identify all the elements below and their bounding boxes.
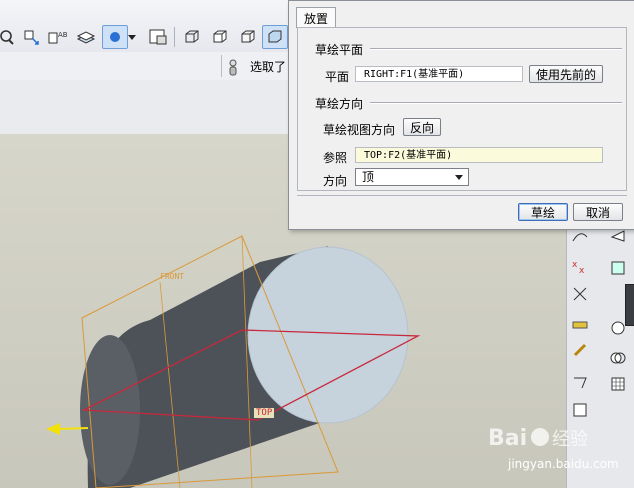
placement-panel: 草绘平面 平面 RIGHT:F1(基准平面) 使用先前的 草绘方向 草绘视图方向… [297, 27, 627, 191]
view-direction-label: 草绘视图方向 [323, 123, 396, 137]
plane-field[interactable]: RIGHT:F1(基准平面) [355, 66, 523, 82]
flip-button[interactable]: 反向 [403, 118, 441, 136]
cancel-button[interactable]: 取消 [573, 203, 623, 221]
svg-text:x: x [572, 260, 578, 270]
layers-icon[interactable] [74, 26, 98, 48]
orientation-select[interactable]: 顶 [355, 168, 469, 186]
wireframe-icon[interactable] [180, 26, 204, 48]
reference-field[interactable]: TOP:F2(基准平面) [355, 147, 603, 163]
orientation-value: 顶 [362, 170, 375, 184]
direction-arrow-icon [46, 423, 60, 435]
grid-icon[interactable] [607, 374, 629, 394]
datum-top-label: TOP [254, 408, 275, 418]
reference-label: 参照 [323, 151, 348, 165]
svg-text:经验: 经验 [552, 429, 588, 450]
draft-icon[interactable] [569, 372, 591, 392]
plane-label: 平面 [325, 70, 350, 84]
orientation-label: 方向 [323, 174, 348, 188]
ruler-icon[interactable] [569, 312, 591, 332]
svg-text:AB: AB [58, 31, 68, 39]
no-hidden-icon[interactable] [236, 26, 260, 48]
selection-status: 选取了 [250, 60, 287, 74]
use-previous-button[interactable]: 使用先前的 [529, 65, 603, 83]
sketch-button[interactable]: 草绘 [518, 203, 568, 221]
scrollbar-handle[interactable] [625, 284, 634, 326]
hidden-line-icon[interactable] [208, 26, 232, 48]
zoom-icon[interactable] [0, 26, 18, 48]
shading-icon[interactable] [262, 25, 288, 49]
chain-icon[interactable] [569, 340, 591, 360]
sketch-dialog: 放置 草绘平面 平面 RIGHT:F1(基准平面) 使用先前的 草绘方向 草绘视… [288, 0, 634, 230]
display-style-icon[interactable] [102, 25, 128, 49]
svg-text:x: x [579, 266, 585, 275]
chevron-down-icon[interactable] [126, 26, 138, 48]
datum-point-icon[interactable]: xx [569, 256, 591, 276]
watermark-url: jingyan.baidu.com [508, 457, 619, 471]
sketch-plane-title: 草绘平面 [315, 43, 364, 57]
orient-icon[interactable] [20, 26, 44, 48]
pattern-icon[interactable] [607, 348, 629, 368]
svg-text:Bai: Bai [488, 426, 527, 451]
annotation-icon[interactable]: AB [46, 26, 70, 48]
sketch-orientation-title: 草绘方向 [315, 97, 364, 111]
point-offset-icon[interactable] [569, 284, 591, 304]
datum-front-label: FRONT [160, 272, 185, 281]
chevron-down-icon [455, 175, 463, 180]
saved-view-icon[interactable] [146, 26, 170, 48]
pin-icon[interactable] [226, 58, 240, 81]
shell-icon[interactable] [607, 258, 629, 278]
tab-placement[interactable]: 放置 [296, 7, 336, 28]
